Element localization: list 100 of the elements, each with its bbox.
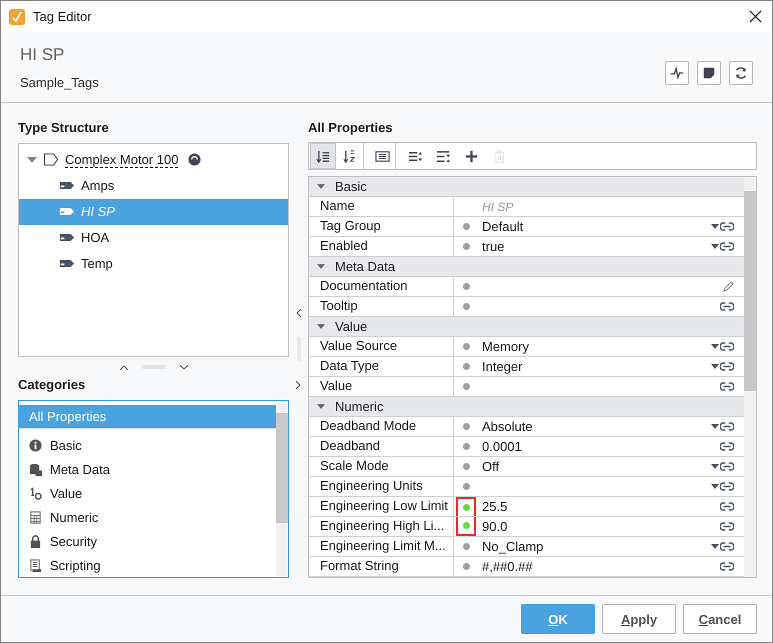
dropdown-caret-icon[interactable] [711,244,719,249]
link-icon[interactable] [720,222,734,231]
apply-button[interactable]: Apply [602,604,676,634]
property-value[interactable]: #,##0.## [482,559,533,574]
refresh-button[interactable] [729,61,753,85]
category-item[interactable]: Meta Data [19,458,276,482]
link-icon[interactable] [720,242,734,251]
collapse-down-icon[interactable] [180,364,188,370]
sort-alpha-icon [343,148,358,164]
category-item[interactable]: Basic [19,434,276,458]
dropdown-caret-icon[interactable] [711,464,719,469]
category-item[interactable]: Scripting [19,554,276,578]
link-icon[interactable] [720,502,734,511]
link-icon[interactable] [720,362,734,371]
info-icon [29,439,42,452]
collapse-up-icon[interactable] [120,364,128,370]
expand-caret-icon [317,184,325,189]
sort-category-button[interactable] [310,143,336,169]
property-name: Format String [309,557,454,576]
scrollbar[interactable] [276,400,288,577]
tag-icon [59,232,75,244]
link-icon[interactable] [720,562,734,571]
pencil-icon[interactable] [723,281,734,292]
grip-icon[interactable] [142,365,166,370]
dropdown-caret-icon[interactable] [711,424,719,429]
expand-caret-icon [317,404,325,409]
dropdown-caret-icon[interactable] [711,224,719,229]
note-icon [702,66,716,80]
dropdown-caret-icon[interactable] [711,544,719,549]
expand-right-icon[interactable] [296,381,301,389]
diagnostics-button[interactable] [665,61,689,85]
property-name: Value Source [309,337,454,356]
property-name: Documentation [309,277,454,296]
property-value[interactable]: Absolute [482,419,533,434]
tree-item[interactable]: Complex Motor 100 [65,152,178,168]
close-icon[interactable] [749,10,762,23]
section-heading: Categories [18,377,86,393]
property-value[interactable]: Off [482,459,500,474]
dropdown-caret-icon[interactable] [711,364,719,369]
category-item[interactable]: Value [19,482,276,506]
property-value[interactable]: Memory [482,339,529,354]
collapse-left-icon[interactable] [296,309,301,317]
expand-caret-icon [317,264,325,269]
app-icon [9,8,25,24]
property-name: Value [309,377,454,396]
link-icon[interactable] [720,482,734,491]
link-icon[interactable] [720,382,734,391]
cancel-button[interactable]: Cancel [683,604,757,634]
dropdown-caret-icon[interactable] [711,344,719,349]
property-name: Enabled [309,237,454,256]
property-value[interactable]: true [482,239,504,254]
property-name: Data Type [309,357,454,376]
tree-item[interactable]: HOA [19,224,288,251]
note-button[interactable] [697,61,721,85]
property-name: Engineering Units [309,477,454,496]
property-value[interactable]: 25.5 [482,499,508,514]
calculator-icon [29,511,42,524]
link-icon[interactable] [720,522,734,531]
tag-icon [59,206,75,218]
link-icon[interactable] [720,542,734,551]
tree-item[interactable]: Amps [19,172,288,199]
list-icon [375,148,390,164]
property-value[interactable]: 0.0001 [482,439,522,454]
tree-item[interactable]: Temp [19,250,288,277]
link-icon[interactable] [720,342,734,351]
section-heading: Type Structure [18,120,110,136]
tag-icon [59,258,75,270]
link-circle-icon [188,153,202,166]
tag-title: HI SP [20,44,66,64]
property-name: Name [309,197,454,216]
link-icon[interactable] [720,422,734,431]
property-value[interactable]: Default [482,219,524,234]
link-icon[interactable] [720,462,734,471]
window-title: Tag Editor [33,9,93,24]
plus-icon [464,148,478,164]
property-value[interactable]: Integer [482,359,522,374]
lock-icon [29,535,42,548]
group-header[interactable]: Value [309,317,744,337]
property-name: Scale Mode [309,457,454,476]
dropdown-caret-icon[interactable] [711,484,719,489]
group-header[interactable]: Numeric [309,397,744,417]
property-name: Tooltip [309,297,454,316]
property-name: Tag Group [309,217,454,236]
tag-icon [59,180,75,192]
group-header[interactable]: Meta Data [309,257,744,277]
category-item[interactable]: Numeric [19,506,276,530]
scrollbar[interactable] [744,177,756,577]
property-value[interactable]: 90.0 [482,519,508,534]
expand-caret-icon[interactable] [27,156,37,163]
collapse-all-icon [436,148,450,164]
tag-outline-icon [43,153,59,166]
category-item[interactable]: Security [19,530,276,554]
link-icon[interactable] [720,442,734,451]
refresh-icon [734,66,748,80]
database-icon [29,463,42,476]
property-name: Engineering High Li... [309,517,454,536]
link-icon[interactable] [720,302,734,311]
property-value[interactable]: No_Clamp [482,539,544,554]
property-name: Engineering Limit M... [309,537,454,556]
group-header[interactable]: Basic [309,177,744,197]
